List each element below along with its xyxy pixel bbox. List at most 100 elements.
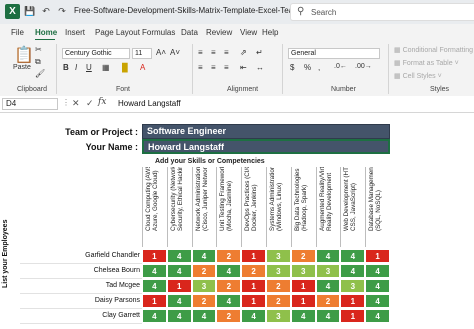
score-cell[interactable]: 1	[365, 249, 390, 263]
score-cell[interactable]: 3	[266, 264, 291, 278]
skill-header[interactable]: Cloud Computing (AWS, Azure, Google Clou…	[142, 167, 167, 247]
score-cell[interactable]: 3	[315, 264, 341, 278]
save-icon[interactable]: 💾	[24, 5, 36, 17]
align-top-icon[interactable]: ≡	[198, 48, 203, 57]
score-cell[interactable]: 1	[290, 279, 316, 293]
score-cell[interactable]: 3	[340, 279, 366, 293]
employee-name[interactable]: Chelsea Bourn	[60, 264, 140, 277]
score-cell[interactable]: 4	[290, 309, 316, 323]
currency-icon[interactable]: $	[290, 63, 294, 72]
tab-data[interactable]: Data	[181, 28, 198, 37]
cell-styles-button[interactable]: ▦ Cell Styles ˅	[394, 72, 442, 80]
score-cell[interactable]: 1	[142, 294, 167, 308]
formula-input[interactable]: Howard Langstaff	[118, 99, 181, 108]
employee-name[interactable]: Clay Garrett	[60, 309, 140, 322]
skill-header[interactable]: Big Data Technologies (Hadoop, Spark)	[290, 167, 316, 247]
score-cell[interactable]: 1	[142, 249, 167, 263]
redo-icon[interactable]: ↷	[56, 5, 68, 17]
skill-header[interactable]: Augmented Reality/Virtual Reality Develo…	[315, 167, 341, 247]
score-cell[interactable]: 4	[365, 294, 390, 308]
font-color-icon[interactable]: A	[140, 63, 145, 72]
decrease-font-icon[interactable]: A˅	[170, 48, 180, 57]
score-cell[interactable]: 4	[191, 309, 217, 323]
decrease-decimal-icon[interactable]: .00→	[355, 63, 372, 70]
align-bottom-icon[interactable]: ≡	[224, 48, 229, 57]
score-cell[interactable]: 4	[365, 264, 390, 278]
format-as-table-button[interactable]: ▦ Format as Table ˅	[394, 59, 459, 67]
score-cell[interactable]: 2	[216, 249, 242, 263]
score-cell[interactable]: 2	[191, 294, 217, 308]
score-cell[interactable]: 2	[216, 309, 242, 323]
employee-name[interactable]: Daisy Parsons	[60, 294, 140, 307]
enter-icon[interactable]: ✓	[86, 98, 94, 109]
skill-header[interactable]: Database Management (SQL, NoSQL)	[365, 167, 390, 247]
skill-header[interactable]: Web Development (HTML, CSS, JavaScript)	[340, 167, 365, 247]
tab-help[interactable]: Help	[262, 28, 278, 37]
name-box[interactable]: D4	[2, 98, 58, 110]
score-cell[interactable]: 4	[216, 294, 242, 308]
score-cell[interactable]: 1	[340, 309, 366, 323]
score-cell[interactable]: 4	[241, 309, 266, 323]
tab-page-layout[interactable]: Page Layout	[95, 28, 140, 37]
score-cell[interactable]: 4	[142, 279, 167, 293]
employee-name[interactable]: Garfield Chandler	[60, 249, 140, 262]
tab-formulas[interactable]: Formulas	[142, 28, 175, 37]
score-cell[interactable]: 4	[142, 309, 167, 323]
name-value-cell[interactable]: Howard Langstaff	[142, 139, 390, 154]
tab-review[interactable]: Review	[206, 28, 232, 37]
skill-header[interactable]: Unit Testing Frameworks (Mocha, Jasmine)	[216, 167, 241, 247]
skill-header[interactable]: Network Administration (Cisco, Juniper N…	[191, 167, 217, 247]
wrap-text-icon[interactable]: ↵	[256, 48, 263, 57]
score-cell[interactable]: 3	[191, 279, 217, 293]
score-cell[interactable]: 3	[290, 264, 316, 278]
skill-header[interactable]: Systems Administration (Windows, Linux)	[266, 167, 291, 247]
increase-font-icon[interactable]: A˄	[156, 48, 166, 57]
cut-icon[interactable]: ✂	[35, 45, 42, 54]
paste-button[interactable]: Paste	[13, 64, 31, 71]
score-cell[interactable]: 4	[166, 294, 192, 308]
search-box[interactable]: ⚲ Search	[290, 3, 474, 21]
score-cell[interactable]: 4	[315, 309, 341, 323]
employee-name[interactable]: Tad Mcgee	[60, 279, 140, 292]
format-painter-icon[interactable]: 🖌	[35, 69, 45, 78]
score-cell[interactable]: 2	[266, 279, 291, 293]
score-cell[interactable]: 4	[216, 264, 242, 278]
score-cell[interactable]: 4	[365, 309, 390, 323]
paste-icon[interactable]: 📋	[14, 45, 34, 65]
score-cell[interactable]: 4	[142, 264, 167, 278]
tab-file[interactable]: File	[11, 28, 24, 37]
score-cell[interactable]: 4	[166, 309, 192, 323]
align-left-icon[interactable]: ≡	[198, 63, 203, 72]
score-cell[interactable]: 2	[315, 294, 341, 308]
score-cell[interactable]: 1	[290, 294, 316, 308]
score-cell[interactable]: 3	[266, 249, 291, 263]
italic-icon[interactable]: I	[75, 63, 77, 72]
font-name-box[interactable]: Century Gothic	[62, 48, 130, 59]
score-cell[interactable]: 1	[166, 279, 192, 293]
align-center-icon[interactable]: ≡	[211, 63, 216, 72]
score-cell[interactable]: 4	[340, 249, 366, 263]
underline-icon[interactable]: U	[86, 63, 92, 72]
score-cell[interactable]: 4	[166, 249, 192, 263]
score-cell[interactable]: 1	[241, 249, 266, 263]
align-middle-icon[interactable]: ≡	[211, 48, 216, 57]
conditional-formatting-button[interactable]: ▦ Conditional Formatting	[394, 46, 473, 54]
score-cell[interactable]: 4	[191, 249, 217, 263]
merge-center-icon[interactable]: ↔	[256, 63, 264, 72]
score-cell[interactable]: 4	[315, 279, 341, 293]
score-cell[interactable]: 2	[290, 249, 316, 263]
function-icon[interactable]: fx	[98, 97, 106, 107]
copy-icon[interactable]: ⧉	[35, 57, 41, 67]
number-format-box[interactable]: General	[288, 48, 380, 59]
tab-home[interactable]: Home	[35, 28, 57, 37]
increase-decimal-icon[interactable]: .0←	[334, 63, 347, 70]
skill-header[interactable]: Cybersecurity (Network Security, Ethical…	[166, 167, 192, 247]
align-right-icon[interactable]: ≡	[224, 63, 229, 72]
score-cell[interactable]: 4	[365, 279, 390, 293]
orientation-icon[interactable]: ⇗	[240, 48, 247, 57]
team-value-cell[interactable]: Software Engineer	[142, 124, 390, 139]
score-cell[interactable]: 4	[340, 264, 366, 278]
decrease-indent-icon[interactable]: ⇤	[240, 63, 247, 72]
fill-color-icon[interactable]: █	[122, 63, 128, 72]
skill-header[interactable]: DevOps Practices (CI/CD, Docker, Jenkins…	[241, 167, 266, 247]
